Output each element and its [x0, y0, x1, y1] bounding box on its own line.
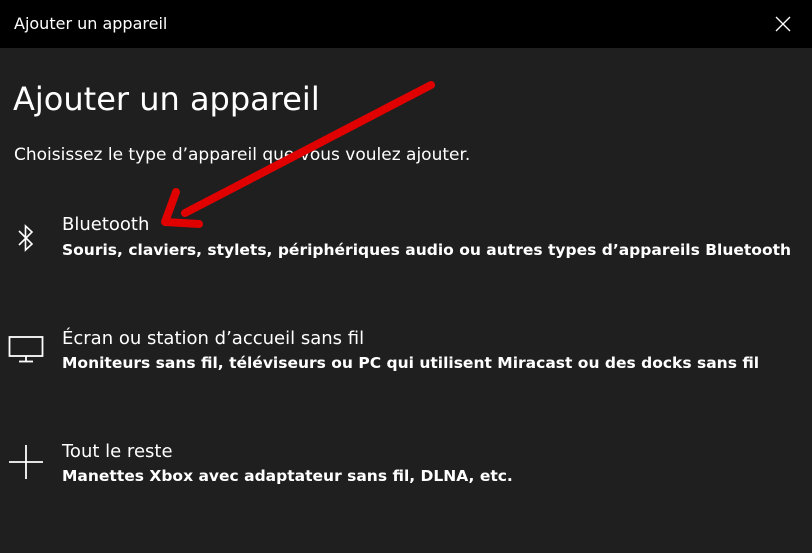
bluetooth-icon — [6, 218, 46, 258]
page-subtitle: Choisissez le type d’appareil que vous v… — [14, 145, 471, 165]
option-title: Tout le reste — [62, 441, 173, 462]
plus-icon — [6, 442, 46, 482]
option-title: Bluetooth — [62, 214, 150, 235]
option-title: Écran ou station d’accueil sans fil — [62, 328, 365, 349]
option-description: Moniteurs sans fil, téléviseurs ou PC qu… — [62, 354, 760, 372]
close-icon — [775, 16, 791, 32]
option-description: Manettes Xbox avec adaptateur sans fil, … — [62, 467, 513, 485]
close-button[interactable] — [754, 0, 812, 48]
monitor-icon — [6, 329, 46, 369]
option-wireless-display[interactable]: Écran ou station d’accueil sans fil Moni… — [0, 321, 812, 391]
page-heading: Ajouter un appareil — [13, 80, 320, 118]
title-bar: Ajouter un appareil — [0, 0, 812, 48]
option-description: Souris, claviers, stylets, périphériques… — [62, 241, 792, 259]
window-title: Ajouter un appareil — [14, 14, 168, 33]
add-device-window: Ajouter un appareil Ajouter un appareil … — [0, 0, 812, 553]
option-bluetooth[interactable]: Bluetooth Souris, claviers, stylets, pér… — [0, 208, 812, 278]
option-everything-else[interactable]: Tout le reste Manettes Xbox avec adaptat… — [0, 434, 812, 504]
